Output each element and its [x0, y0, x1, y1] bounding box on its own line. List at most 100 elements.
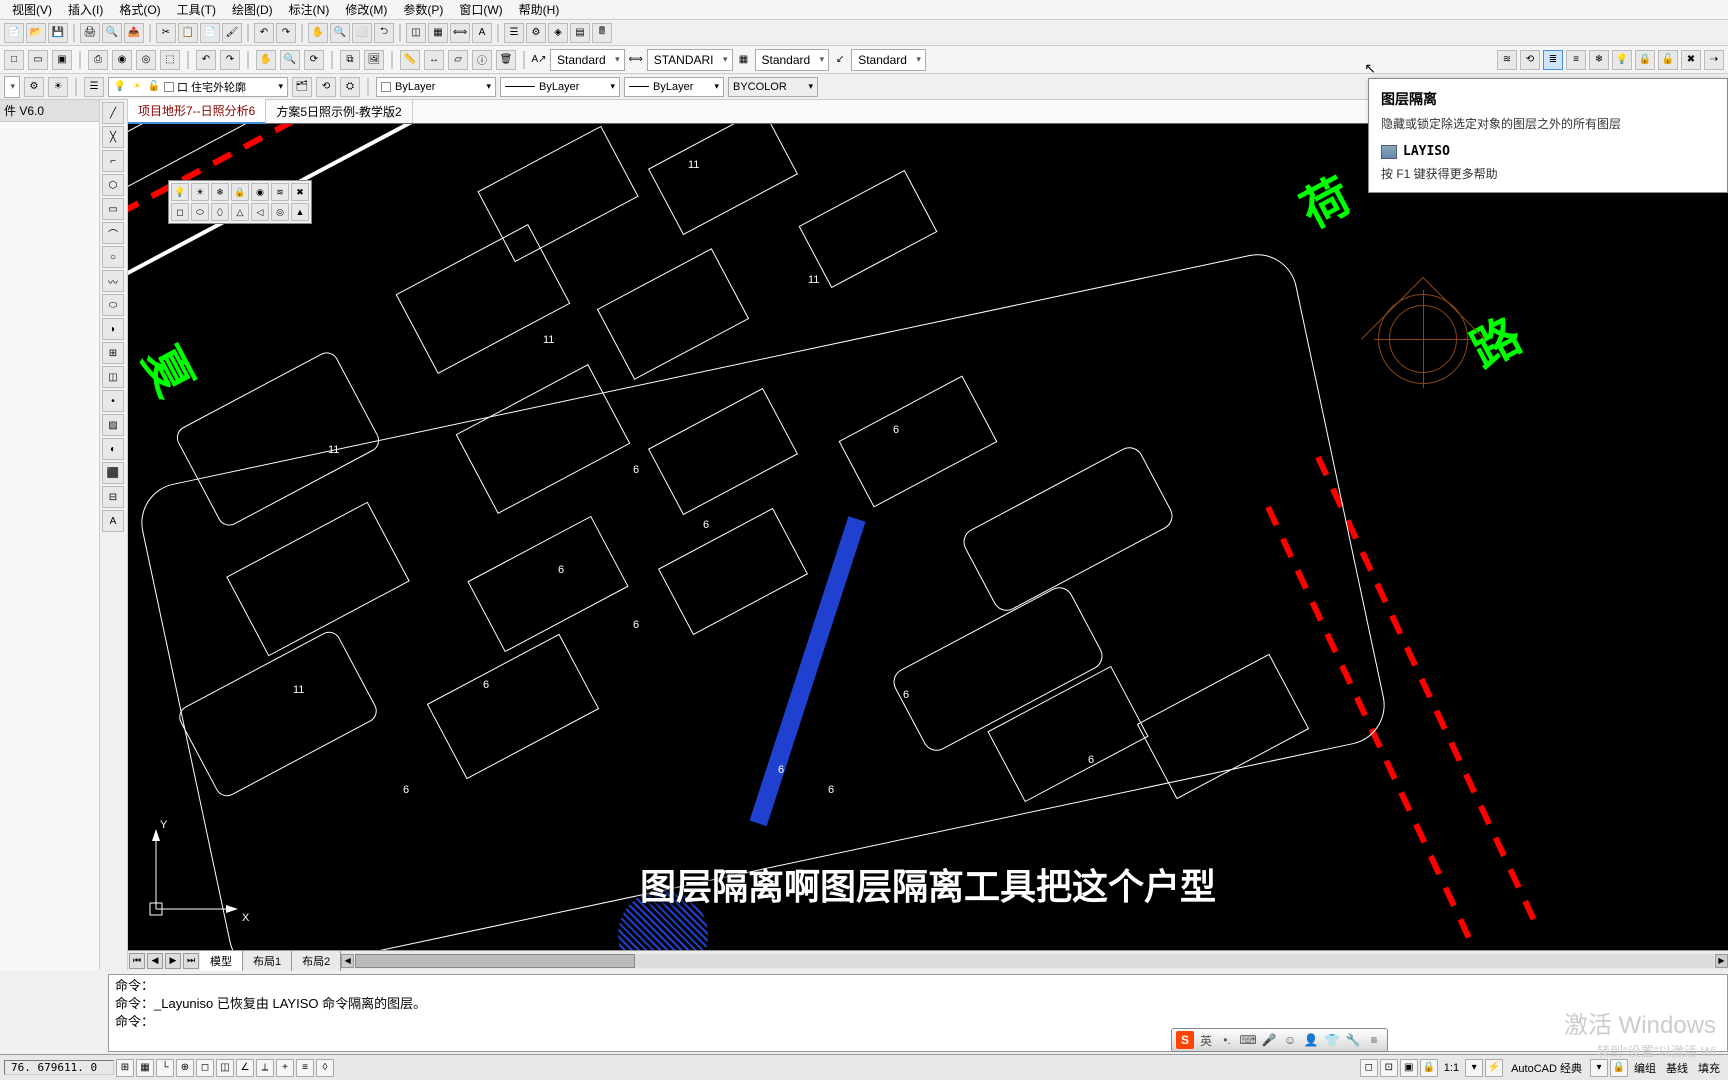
dyn-icon[interactable]: + — [276, 1059, 294, 1077]
ellipse-icon[interactable]: ⬭ — [102, 294, 124, 316]
area-icon[interactable]: ▱ — [448, 50, 468, 70]
xref-icon[interactable]: ⧉ — [340, 50, 360, 70]
lock-ui-icon[interactable]: 🔒 — [1610, 1059, 1628, 1077]
ft-match-icon[interactable]: ≋ — [271, 183, 289, 201]
lwt-icon[interactable]: ≡ — [296, 1059, 314, 1077]
tab-other[interactable]: 方案5日照示例-教学版2 — [266, 100, 412, 123]
dim-icon[interactable]: ⟺ — [450, 23, 470, 43]
ime-voice-icon[interactable]: 🎤 — [1260, 1031, 1278, 1049]
color-dropdown[interactable]: ByLayer▾ — [376, 77, 496, 97]
publish-icon[interactable]: 📤 — [124, 23, 144, 43]
layer-tool-icon[interactable]: ☰ — [504, 23, 524, 43]
layiso-icon[interactable]: ≣ — [1543, 50, 1563, 70]
zoom-icon[interactable]: 🔍 — [330, 23, 350, 43]
ws-gear-icon[interactable]: ⚙ — [24, 77, 44, 97]
tool-a-icon[interactable]: ◉ — [112, 50, 132, 70]
calc-icon[interactable]: 🖩 — [592, 23, 612, 43]
point-icon[interactable]: • — [102, 390, 124, 412]
floating-toolbar[interactable]: 💡 ☀ ❄ 🔒 ◉ ≋ ✖ ◻ ⬭ ⬯ △ ◁ ◎ ▲ — [168, 180, 312, 224]
menu-modify[interactable]: 修改(M) — [337, 0, 395, 20]
table-style-dropdown[interactable]: Standard — [755, 49, 830, 71]
ellipse-arc-icon[interactable]: ◗ — [102, 318, 124, 340]
pan-icon[interactable]: ✋ — [308, 23, 328, 43]
arc-icon[interactable]: ⌒ — [102, 222, 124, 244]
layer-manager-icon[interactable]: ☰ — [84, 77, 104, 97]
tool-c-icon[interactable]: ⬚ — [160, 50, 180, 70]
pan2-icon[interactable]: ✋ — [256, 50, 276, 70]
ime-bar[interactable]: S 英 •. ⌨ 🎤 ☺ 👤 👕 🔧 ≡ — [1171, 1028, 1388, 1052]
ws-switch-icon[interactable]: ▾ — [1590, 1059, 1608, 1077]
osnap-icon[interactable]: ◻ — [196, 1059, 214, 1077]
snap-icon[interactable]: ⊞ — [116, 1059, 134, 1077]
layoff-icon[interactable]: 💡 — [1612, 50, 1632, 70]
table-draw-icon[interactable]: ⊟ — [102, 486, 124, 508]
table-icon[interactable]: ▦ — [428, 23, 448, 43]
print2-icon[interactable]: ⎙ — [88, 50, 108, 70]
laymcur-icon[interactable]: ≋ — [1497, 50, 1517, 70]
menu-draw[interactable]: 绘图(D) — [224, 0, 281, 20]
mtext-icon[interactable]: A — [102, 510, 124, 532]
menu-window[interactable]: 窗口(W) — [451, 0, 510, 20]
lineweight-dropdown[interactable]: ByLayer▾ — [624, 77, 724, 97]
command-line[interactable]: 命令： 命令：_Layuniso 已恢复由 LAYISO 命令隔离的图层。 命令… — [108, 974, 1728, 1052]
layer-state-icon[interactable]: 🗂 — [292, 77, 312, 97]
menu-dimension[interactable]: 标注(N) — [281, 0, 338, 20]
layerp-icon[interactable]: ⟲ — [1520, 50, 1540, 70]
tool-palette-icon[interactable]: ▤ — [570, 23, 590, 43]
redo2-icon[interactable]: ↷ — [220, 50, 240, 70]
measure-icon[interactable]: 📏 — [400, 50, 420, 70]
layout2-tab[interactable]: 布局2 — [292, 951, 341, 971]
layer-dropdown[interactable]: 💡 ☀ 🔓 口 住宅外轮廓 ▾ — [108, 77, 288, 97]
ft-sphere-icon[interactable]: ⬭ — [191, 203, 209, 221]
insert-icon[interactable]: ⊞ — [102, 342, 124, 364]
text-icon[interactable]: A — [472, 23, 492, 43]
hatch-icon[interactable]: ▨ — [102, 414, 124, 436]
ft-close-icon[interactable]: ✖ — [291, 183, 309, 201]
circle-icon[interactable]: ○ — [102, 246, 124, 268]
zoom-prev-icon[interactable]: ⮌ — [374, 23, 394, 43]
layer-tool2-icon[interactable]: ⛭ — [340, 77, 360, 97]
3dosnap-icon[interactable]: ◫ — [216, 1059, 234, 1077]
layer-prev-icon[interactable]: ⟲ — [316, 77, 336, 97]
preview-icon[interactable]: 🔍 — [102, 23, 122, 43]
ws-save-icon[interactable]: ☀ — [48, 77, 68, 97]
polygon-icon[interactable]: ⬡ — [102, 174, 124, 196]
tab-next-icon[interactable]: ▶ — [165, 953, 181, 969]
props-icon[interactable]: ⚙ — [526, 23, 546, 43]
menu-insert[interactable]: 插入(I) — [60, 0, 111, 20]
copy-icon[interactable]: 📋 — [178, 23, 198, 43]
tpy-icon[interactable]: ◊ — [316, 1059, 334, 1077]
ft-cone-icon[interactable]: △ — [231, 203, 249, 221]
ime-skin-icon[interactable]: 👕 — [1323, 1031, 1341, 1049]
otrack-icon[interactable]: ∠ — [236, 1059, 254, 1077]
ft-lock-icon[interactable]: 🔒 — [231, 183, 249, 201]
ft-bulb-icon[interactable]: 💡 — [171, 183, 189, 201]
mleader-style-dropdown[interactable]: Standard — [851, 49, 926, 71]
model-ps-icon[interactable]: ◻ — [1360, 1059, 1378, 1077]
ws-name[interactable]: AutoCAD 经典 — [1505, 1060, 1588, 1076]
plot-icon[interactable]: 🖨 — [80, 23, 100, 43]
ime-emoji-icon[interactable]: ☺ — [1281, 1031, 1299, 1049]
layout1-tab[interactable]: 布局1 — [243, 951, 292, 971]
cut-icon[interactable]: ✂ — [156, 23, 176, 43]
hscrollbar[interactable]: ◀ ▶ — [355, 954, 1714, 968]
ft-wedge-icon[interactable]: ◁ — [251, 203, 269, 221]
line-icon[interactable]: ╱ — [102, 102, 124, 124]
polar-icon[interactable]: ⊕ — [176, 1059, 194, 1077]
purge-icon[interactable]: 🗑 — [496, 50, 516, 70]
tab-last-icon[interactable]: ⏭ — [183, 953, 199, 969]
tab-prev-icon[interactable]: ◀ — [147, 953, 163, 969]
orbit-icon[interactable]: ⟳ — [304, 50, 324, 70]
image-icon[interactable]: 🖼 — [364, 50, 384, 70]
scale-display[interactable]: 1:1 — [1440, 1062, 1463, 1074]
xline-icon[interactable]: ╳ — [102, 126, 124, 148]
undo-icon[interactable]: ↶ — [254, 23, 274, 43]
laylck-icon[interactable]: 🔒 — [1635, 50, 1655, 70]
ducs-icon[interactable]: ⟂ — [256, 1059, 274, 1077]
ft-pyramid-icon[interactable]: ▲ — [291, 203, 309, 221]
zoom2-icon[interactable]: 🔍 — [280, 50, 300, 70]
text-style-dropdown[interactable]: Standard — [550, 49, 625, 71]
undo2-icon[interactable]: ↶ — [196, 50, 216, 70]
paste-icon[interactable]: 📄 — [200, 23, 220, 43]
menu-format[interactable]: 格式(O) — [111, 0, 168, 20]
